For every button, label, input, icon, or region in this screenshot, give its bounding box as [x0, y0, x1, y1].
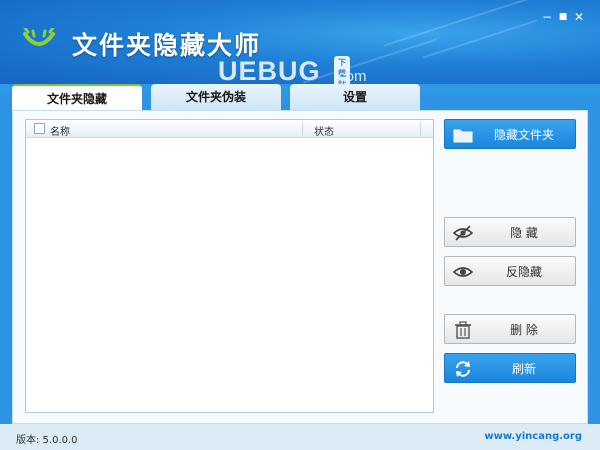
eye-icon: [453, 267, 473, 277]
refresh-icon: [456, 361, 470, 377]
column-header-name[interactable]: 名称: [50, 123, 70, 138]
decorative-streak: [303, 38, 437, 84]
tab-folder-disguise[interactable]: 文件夹伪装: [151, 84, 281, 110]
tab-folder-hide[interactable]: 文件夹隐藏: [12, 84, 142, 112]
tab-settings[interactable]: 设置: [290, 84, 420, 110]
eye-slash-icon: [453, 225, 473, 241]
hide-folder-button[interactable]: 隐藏文件夹: [444, 119, 576, 149]
minimize-button[interactable]: −: [540, 10, 554, 24]
decorative-streak: [383, 0, 537, 47]
unhide-button[interactable]: 反隐藏: [444, 256, 576, 286]
trash-icon: [455, 321, 471, 339]
app-window: 文件夹隐藏大师 UEBUG 下载站 .com − ■ ✕ 文件夹隐藏 文件夹伪装…: [0, 0, 600, 450]
refresh-label: 刷新: [511, 361, 536, 376]
maximize-button[interactable]: ■: [556, 10, 570, 24]
refresh-button[interactable]: 刷新: [444, 353, 576, 383]
unhide-label: 反隐藏: [505, 264, 542, 279]
delete-label: 删 除: [510, 322, 538, 337]
column-header-status[interactable]: 状态: [314, 123, 334, 138]
list-header: 名称 状态: [26, 120, 433, 138]
main-panel: 名称 状态 隐藏文件夹 隐 藏 反隐藏 删 除 刷新: [12, 110, 588, 424]
delete-button[interactable]: 删 除: [444, 314, 576, 344]
hide-folder-label: 隐藏文件夹: [493, 127, 554, 142]
title-bar: 文件夹隐藏大师 UEBUG 下载站 .com − ■ ✕: [0, 0, 600, 91]
eye-logo-icon: [23, 28, 55, 46]
folder-icon: [453, 129, 473, 143]
status-bar: 版本: 5.0.0.0 www.yincang.org: [0, 424, 600, 450]
select-all-checkbox[interactable]: [34, 123, 45, 134]
watermark-text: UEBUG: [218, 56, 321, 86]
folder-list[interactable]: 名称 状态: [25, 119, 434, 413]
column-divider[interactable]: [302, 122, 303, 136]
close-button[interactable]: ✕: [572, 10, 586, 24]
hide-label: 隐 藏: [510, 225, 538, 240]
hide-button[interactable]: 隐 藏: [444, 217, 576, 247]
column-divider[interactable]: [420, 122, 421, 136]
website-link[interactable]: www.yincang.org: [484, 431, 582, 442]
version-label: 版本: 5.0.0.0: [16, 435, 78, 446]
watermark-suffix: .com: [334, 68, 367, 85]
